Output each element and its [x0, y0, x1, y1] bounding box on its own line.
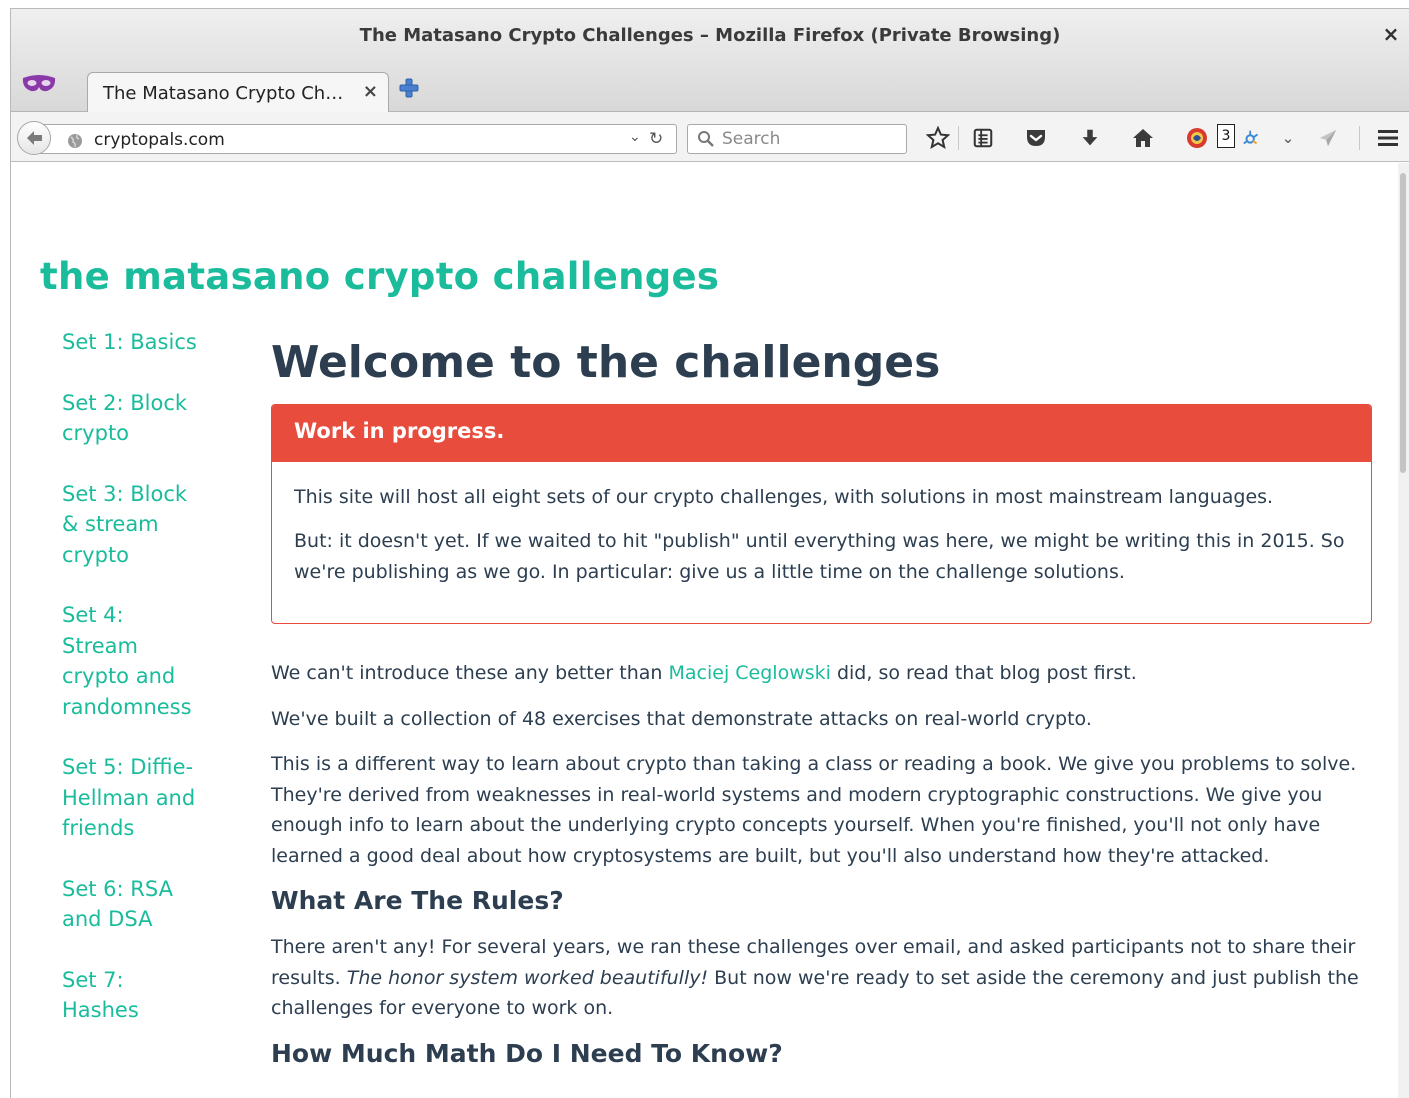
title-bar: The Matasano Crypto Challenges – Mozilla…	[11, 9, 1409, 64]
browser-window: The Matasano Crypto Challenges – Mozilla…	[10, 8, 1409, 1098]
search-icon	[698, 131, 714, 147]
search-input[interactable]	[722, 128, 898, 150]
url-text[interactable]: cryptopals.com	[94, 130, 225, 150]
reload-icon[interactable]: ↻	[649, 129, 663, 149]
main-content: Welcome to the challenges Work in progre…	[271, 337, 1373, 1085]
tab-close-icon[interactable]: ×	[363, 81, 378, 102]
sidebar-item-set-2[interactable]: Set 2: Block crypto	[62, 388, 197, 449]
extension-red-icon[interactable]	[1184, 125, 1210, 151]
extension-badge-icon[interactable]: 3	[1217, 124, 1235, 148]
notice-body: This site will host all eight sets of ou…	[272, 462, 1371, 624]
sidebar-item-set-5[interactable]: Set 5: Diffie-Hellman and friends	[62, 752, 202, 844]
rules-emphasis: The honor system worked beautifully!	[346, 966, 709, 989]
send-arrow-icon[interactable]	[1315, 125, 1341, 151]
window-title: The Matasano Crypto Challenges – Mozilla…	[359, 25, 1061, 46]
collection-paragraph: We've built a collection of 48 exercises…	[271, 707, 1092, 730]
url-bar[interactable]: cryptopals.com ⌄ ↻	[31, 124, 677, 154]
sidebar-item-set-1[interactable]: Set 1: Basics	[62, 327, 232, 358]
page-scrollbar[interactable]	[1398, 163, 1409, 1098]
tab-label: The Matasano Crypto Ch…	[103, 83, 344, 104]
globe-icon	[68, 134, 82, 148]
sidebar-item-set-4[interactable]: Set 4: Stream crypto and randomness	[62, 600, 197, 722]
hamburger-menu-icon[interactable]	[1375, 125, 1401, 151]
home-icon[interactable]	[1130, 125, 1156, 151]
toolbar-separator	[1359, 126, 1360, 150]
bookmark-star-icon[interactable]	[925, 125, 951, 151]
extension-network-icon[interactable]	[1239, 125, 1265, 151]
private-mask-icon	[22, 75, 56, 92]
intro-text-before: We can't introduce these any better than	[271, 662, 669, 685]
download-arrow-icon[interactable]	[1077, 125, 1103, 151]
maciej-ceglowski-link[interactable]: Maciej Ceglowski	[669, 662, 831, 684]
pocket-icon[interactable]	[1023, 125, 1049, 151]
reading-list-icon[interactable]	[970, 125, 996, 151]
tab-strip: The Matasano Crypto Ch… ×	[11, 64, 1409, 113]
sidebar-nav: Set 1: Basics Set 2: Block crypto Set 3:…	[62, 327, 232, 1056]
back-arrow-icon	[27, 131, 42, 145]
extension-chevron-icon[interactable]: ⌄	[1275, 125, 1301, 151]
new-tab-plus-icon[interactable]	[397, 76, 421, 100]
different-way-paragraph: This is a different way to learn about c…	[271, 753, 1357, 867]
notice-paragraph-2: But: it doesn't yet. If we waited to hit…	[294, 530, 1345, 583]
toolbar-separator	[958, 126, 959, 150]
rules-paragraph: There aren't any! For several years, we …	[271, 932, 1373, 1024]
intro-paragraph: We can't introduce these any better than…	[271, 658, 1373, 689]
sidebar-item-set-7[interactable]: Set 7: Hashes	[62, 965, 172, 1026]
search-bar[interactable]	[687, 124, 907, 154]
notice-paragraph-1: This site will host all eight sets of ou…	[294, 485, 1274, 508]
dropdown-chevron-icon[interactable]: ⌄	[629, 129, 641, 145]
tab-active[interactable]: The Matasano Crypto Ch… ×	[87, 72, 389, 113]
intro-section: We can't introduce these any better than…	[271, 658, 1373, 1069]
intro-text-after: did, so read that blog post first.	[830, 662, 1137, 685]
back-button[interactable]	[17, 121, 51, 155]
window-close-icon[interactable]: ×	[1379, 22, 1403, 46]
site-title[interactable]: the matasano crypto challenges	[40, 255, 719, 298]
sidebar-item-set-3[interactable]: Set 3: Block & stream crypto	[62, 479, 197, 571]
navigation-toolbar: cryptopals.com ⌄ ↻ Search 3 ⌄	[11, 112, 1409, 162]
page-viewport: the matasano crypto challenges Set 1: Ba…	[11, 163, 1399, 1098]
notice-heading: Work in progress.	[272, 404, 1371, 462]
scrollbar-thumb[interactable]	[1400, 173, 1406, 473]
notice-panel: Work in progress. This site will host al…	[271, 403, 1372, 625]
sidebar-item-set-6[interactable]: Set 6: RSA and DSA	[62, 874, 187, 935]
page-title: Welcome to the challenges	[271, 337, 941, 388]
math-heading: How Much Math Do I Need To Know?	[271, 1038, 783, 1068]
rules-heading: What Are The Rules?	[271, 886, 564, 916]
